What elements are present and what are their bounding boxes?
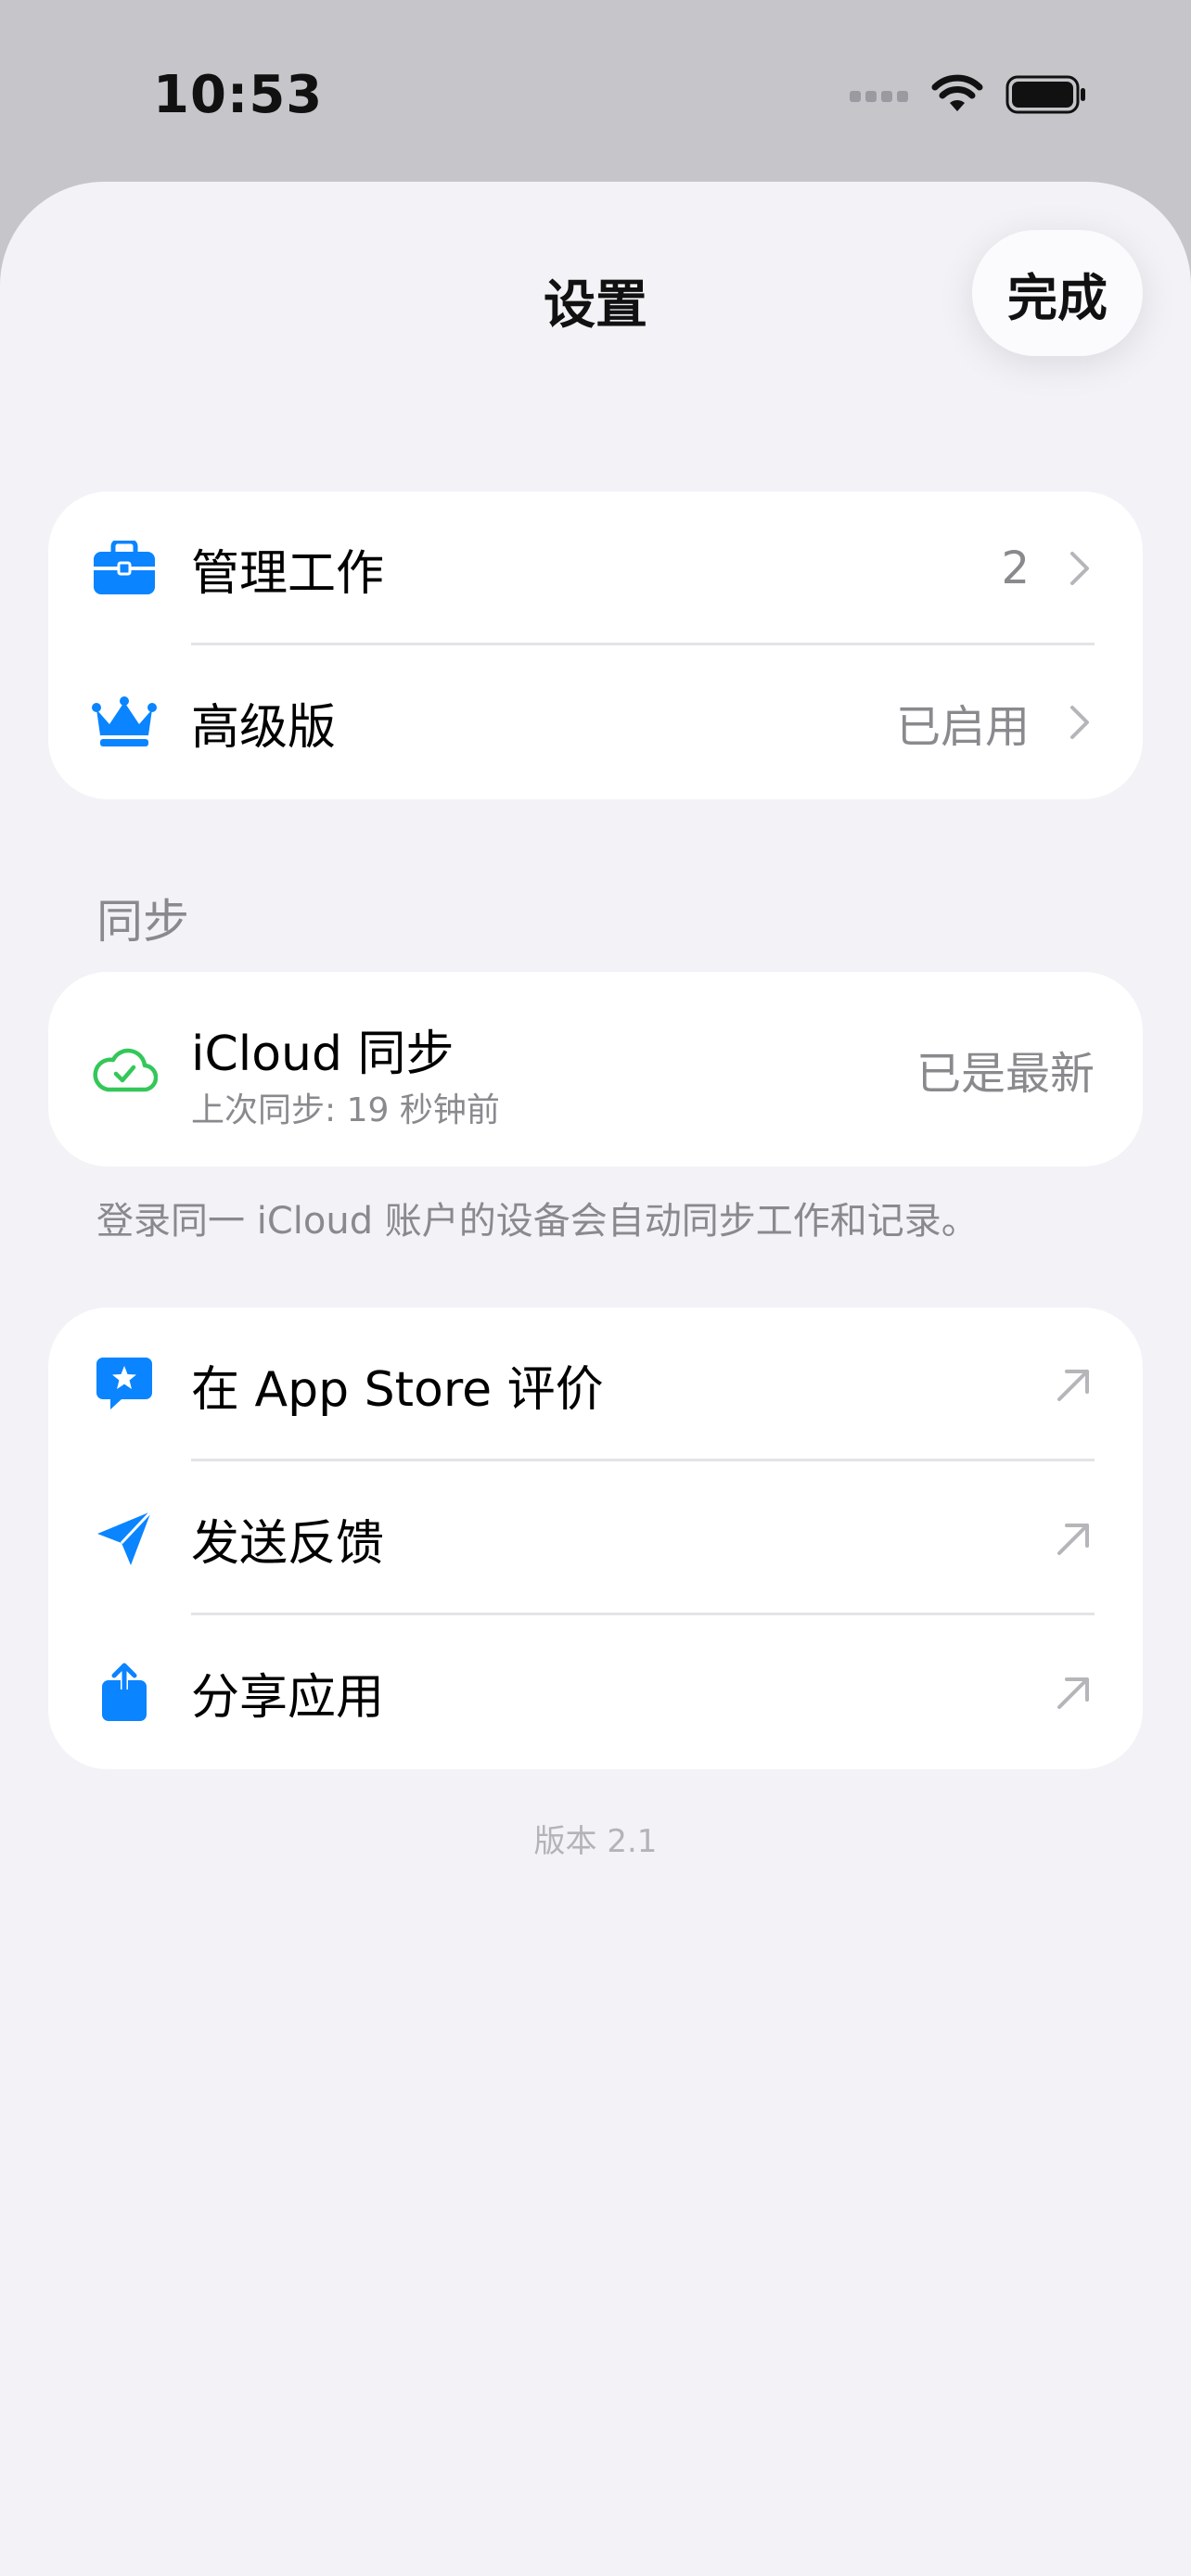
settings-sheet: 设置 完成 管理工作 2 高级版 已启用 同步 iCloud 同步 上次同步: … [0, 182, 1191, 2576]
chevron-right-icon [1061, 696, 1098, 748]
external-link-icon [1057, 1370, 1089, 1401]
star-bubble-icon [91, 1351, 158, 1418]
rate-app-store-label: 在 App Store 评价 [191, 1361, 604, 1418]
wifi-icon [931, 74, 983, 111]
icloud-sync-row[interactable]: iCloud 同步 上次同步: 19 秒钟前 已是最新 [48, 972, 1143, 1167]
premium-row[interactable]: 高级版 已启用 [48, 645, 1143, 799]
premium-status: 已启用 [895, 701, 1030, 753]
external-link-icon [1057, 1524, 1089, 1555]
cloud-check-icon [91, 1036, 158, 1103]
paperplane-icon [91, 1505, 158, 1572]
status-icons [850, 70, 1087, 119]
sync-section-header: 同步 [96, 895, 189, 949]
links-card: 在 App Store 评价 发送反馈 分享应用 [48, 1307, 1143, 1769]
share-app-row[interactable]: 分享应用 [48, 1615, 1143, 1769]
crown-icon [91, 689, 158, 756]
rate-app-store-row[interactable]: 在 App Store 评价 [48, 1307, 1143, 1461]
send-feedback-label: 发送反馈 [191, 1515, 385, 1572]
icloud-sync-card: iCloud 同步 上次同步: 19 秒钟前 已是最新 [48, 972, 1143, 1167]
battery-icon [1005, 75, 1085, 114]
main-settings-card: 管理工作 2 高级版 已启用 [48, 491, 1143, 799]
premium-label: 高级版 [191, 699, 337, 756]
icloud-sync-status: 已是最新 [916, 1048, 1095, 1100]
cellular-signal-icon [850, 91, 908, 102]
icloud-sync-subtitle: 上次同步: 19 秒钟前 [191, 1091, 500, 1129]
status-bar: 10:53 [0, 0, 1191, 185]
version-label: 版本 2.1 [533, 1823, 658, 1860]
sync-footnote: 登录同一 iCloud 账户的设备会自动同步工作和记录。 [96, 1200, 979, 1243]
manage-jobs-count: 2 [1001, 542, 1030, 594]
status-time: 10:53 [153, 65, 324, 125]
external-link-icon [1057, 1677, 1089, 1709]
share-icon [91, 1659, 158, 1726]
manage-jobs-label: 管理工作 [191, 545, 385, 602]
chevron-right-icon [1061, 542, 1098, 594]
briefcase-icon [91, 535, 158, 602]
done-button[interactable]: 完成 [972, 230, 1143, 356]
icloud-sync-title: iCloud 同步 [191, 1027, 455, 1082]
send-feedback-row[interactable]: 发送反馈 [48, 1461, 1143, 1615]
manage-jobs-row[interactable]: 管理工作 2 [48, 491, 1143, 645]
share-app-label: 分享应用 [191, 1669, 385, 1726]
